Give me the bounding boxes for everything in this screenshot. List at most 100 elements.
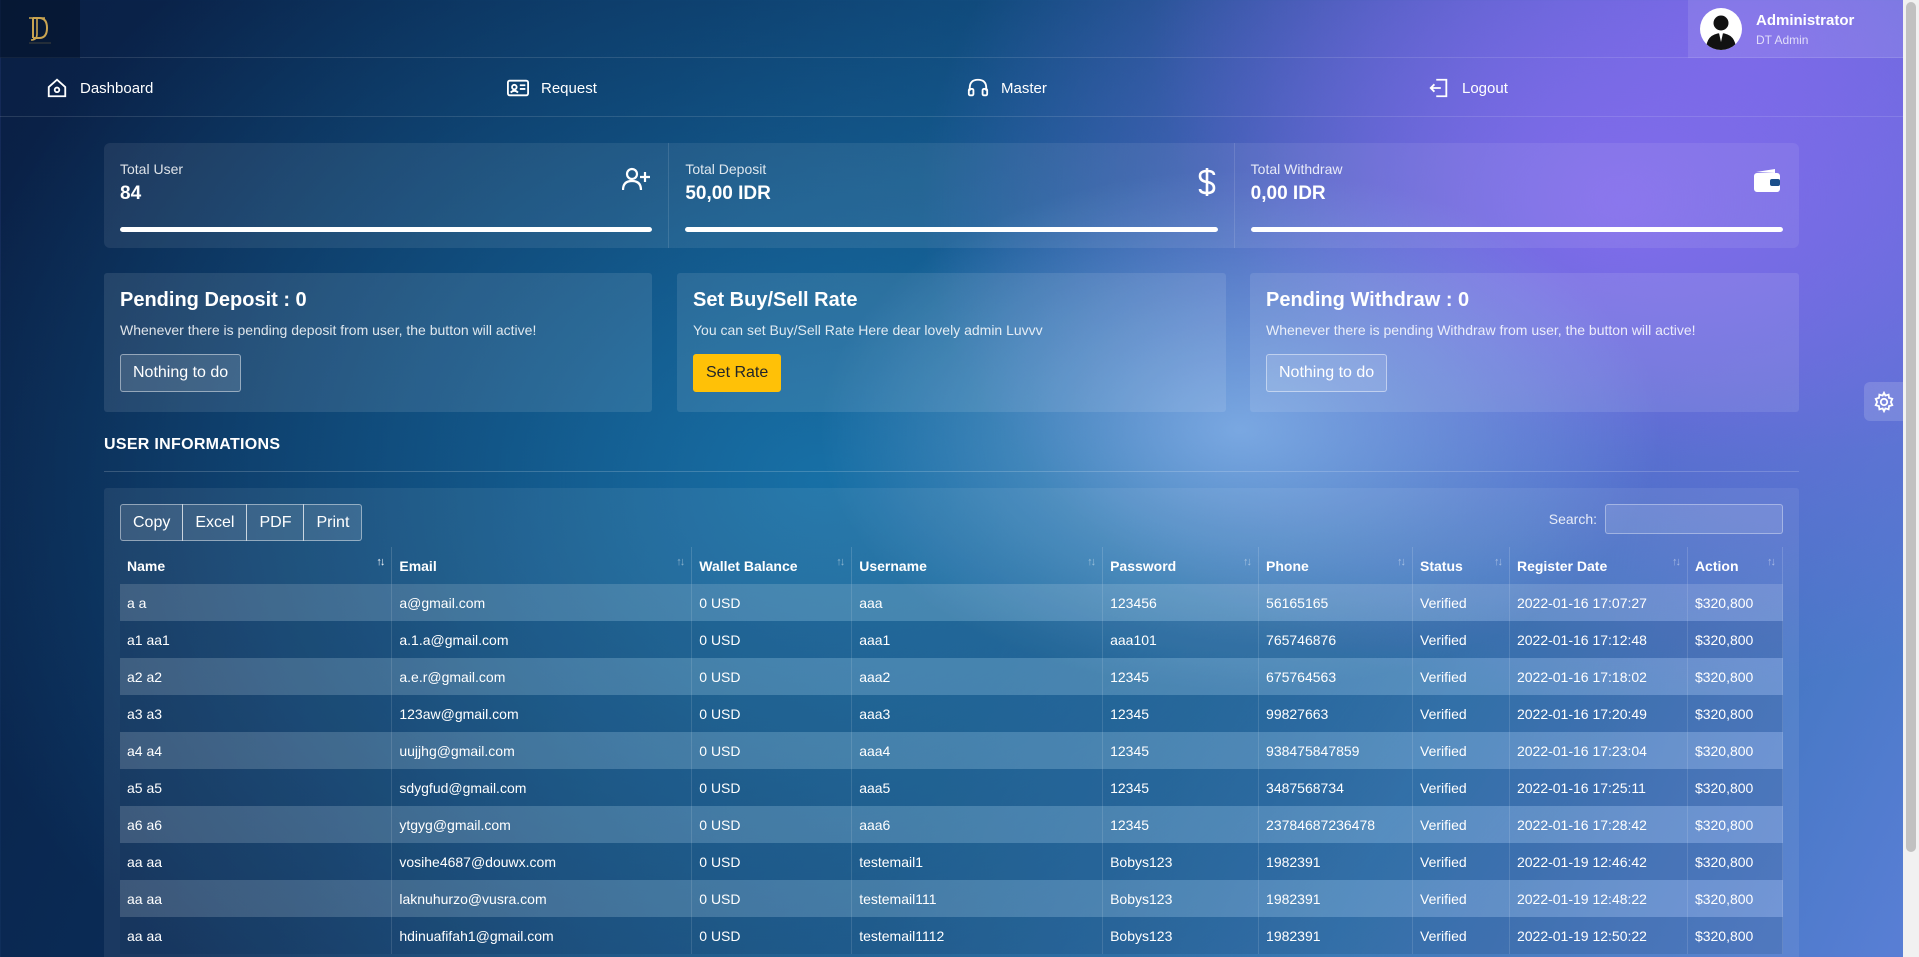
card-desc: Whenever there is pending Withdraw from … [1266,322,1696,338]
table-cell: a5 a5 [120,769,393,806]
table-row[interactable]: a4 a4 uujjhg@gmail.com 0 USD aaa4 12345 93847… [120,732,1784,769]
logo[interactable] [0,0,80,58]
column-header[interactable]: Phone ↑↓ [1258,547,1413,584]
table-cell: 0 USD [691,621,853,658]
nav-request[interactable]: Request [507,59,597,117]
stat-value: 0,00 IDR [1250,183,1326,204]
table-cell: 2022-01-16 17:12:48 [1509,621,1688,658]
table-cell: 0 USD [691,917,853,954]
table-row[interactable]: aa aa vosihe4687@douwx.com 0 USD testemail1… [120,843,1784,880]
stat-total-withdraw: Total Withdraw 0,00 IDR [1235,143,1799,248]
admin-name: Administrator [1756,11,1855,29]
table-cell: a a [120,584,393,621]
column-header[interactable]: Wallet Balance ↑↓ [691,547,853,584]
search-input[interactable] [1605,504,1783,534]
sort-icon: ↑↓ [1671,556,1681,568]
pending-deposit-card: Pending Deposit : 0 Whenever there is pe… [104,273,652,412]
table-cell: 938475847859 [1258,732,1413,769]
nav-logout[interactable]: Logout [1428,59,1508,117]
table-row[interactable]: a6 a6 ytgyg@gmail.com 0 USD aaa6 12345 237846… [120,806,1784,843]
table-cell: a@gmail.com [391,584,693,621]
table-cell: a1 aa1 [120,621,393,658]
table-cell: testemail1 [851,843,1104,880]
table-cell: Verified [1412,769,1510,806]
table-row[interactable]: aa aa laknuhurzo@vusra.com 0 USD testemail1… [120,880,1784,917]
print-button[interactable]: Print [303,504,363,541]
settings-toggle[interactable] [1864,382,1903,421]
column-header-label: Register Date [1516,557,1608,574]
table-row[interactable]: a1 aa1 a.1.a@gmail.com 0 USD aaa1 aaa101 7657… [120,621,1784,658]
copy-button[interactable]: Copy [120,504,184,541]
column-header[interactable]: Password ↑↓ [1102,547,1260,584]
table-cell: uujjhg@gmail.com [391,732,693,769]
table-cell: $320,800 [1687,621,1784,658]
table-cell: 12345 [1102,769,1260,806]
table-row[interactable]: a3 a3 123aw@gmail.com 0 USD aaa3 12345 998276… [120,695,1784,732]
table-cell: $320,800 [1687,880,1784,917]
user-table-panel: Copy Excel PDF Print Search: Name ↑↓ Email… [104,488,1799,957]
table-cell: aa aa [120,917,393,954]
table-cell: 0 USD [691,584,853,621]
column-header[interactable]: Username ↑↓ [851,547,1104,584]
nav-dashboard[interactable]: Dashboard [46,59,153,117]
stat-total-deposit: Total Deposit 50,00 IDR [669,143,1235,248]
section-title: USER INFORMATIONS [104,436,281,453]
table-cell: 2022-01-16 17:28:42 [1509,806,1688,843]
table-row[interactable]: aa aa hdinuafifah1@gmail.com 0 USD testemai… [120,917,1784,954]
card-title: Set Buy/Sell Rate [693,289,858,311]
nav-dashboard-label: Dashboard [80,79,154,97]
table-cell: aa aa [120,880,393,917]
table-cell: 12345 [1102,695,1260,732]
table-row[interactable]: a5 a5 sdygfud@gmail.com 0 USD aaa5 12345 3487… [120,769,1784,806]
table-cell: 12345 [1102,806,1260,843]
column-header[interactable]: Status ↑↓ [1412,547,1510,584]
sort-icon: ↑↓ [376,556,385,568]
table-cell: Verified [1412,584,1510,621]
user-plus-icon [622,167,651,191]
card-desc: You can set Buy/Sell Rate Here dear love… [693,322,1043,338]
nav-logout-label: Logout [1462,79,1508,97]
card-title: Pending Deposit : 0 [120,289,307,311]
table-cell: $320,800 [1687,658,1784,695]
column-header-label: Wallet Balance [699,557,798,574]
nav-master[interactable]: Master [967,59,1047,117]
card-desc: Whenever there is pending deposit from u… [120,322,537,338]
excel-button[interactable]: Excel [182,504,248,541]
page-scrollbar[interactable] [1903,0,1919,957]
deposit-nothing-button[interactable]: Nothing to do [120,354,242,392]
table-cell: a.e.r@gmail.com [391,658,693,695]
table-cell: 2022-01-16 17:07:27 [1509,584,1688,621]
table-cell: a6 a6 [120,806,393,843]
nav-master-label: Master [1001,79,1047,97]
pdf-button[interactable]: PDF [246,504,305,541]
table-cell: 2022-01-16 17:20:49 [1509,695,1688,732]
table-cell: $320,800 [1687,732,1784,769]
column-header[interactable]: Name ↑↓ [120,547,393,584]
table-cell: 675764563 [1258,658,1413,695]
export-button-group: Copy Excel PDF Print [120,504,363,541]
table-row[interactable]: a2 a2 a.e.r@gmail.com 0 USD aaa2 12345 675764… [120,658,1784,695]
column-header[interactable]: Action ↑↓ [1687,547,1784,584]
table-cell: $320,800 [1687,917,1784,954]
table-cell: 12345 [1102,658,1260,695]
scrollbar-thumb[interactable] [1906,2,1916,852]
withdraw-nothing-button[interactable]: Nothing to do [1266,354,1388,392]
table-cell: 2022-01-16 17:25:11 [1509,769,1688,806]
table-row[interactable]: a a a@gmail.com 0 USD aaa 123456 56165165 Veri… [120,584,1784,621]
main-nav: Dashboard Request Master Logout [0,59,1903,117]
column-header[interactable]: Register Date ↑↓ [1509,547,1688,584]
table-cell: 1982391 [1258,917,1413,954]
table-cell: $320,800 [1687,769,1784,806]
table-search: Search: [1549,504,1783,534]
table-cell: a4 a4 [120,732,393,769]
admin-profile[interactable]: Administrator DT Admin [1688,0,1903,58]
gear-icon [1873,390,1894,413]
table-cell: 765746876 [1258,621,1413,658]
stat-label: Total Deposit [685,161,767,177]
set-rate-button[interactable]: Set Rate [693,354,782,392]
sort-icon: ↑↓ [1087,556,1096,568]
top-header: Administrator DT Admin [0,0,1903,58]
avatar [1700,8,1742,50]
column-header[interactable]: Email ↑↓ [391,547,693,584]
table-cell: Bobys123 [1102,843,1260,880]
